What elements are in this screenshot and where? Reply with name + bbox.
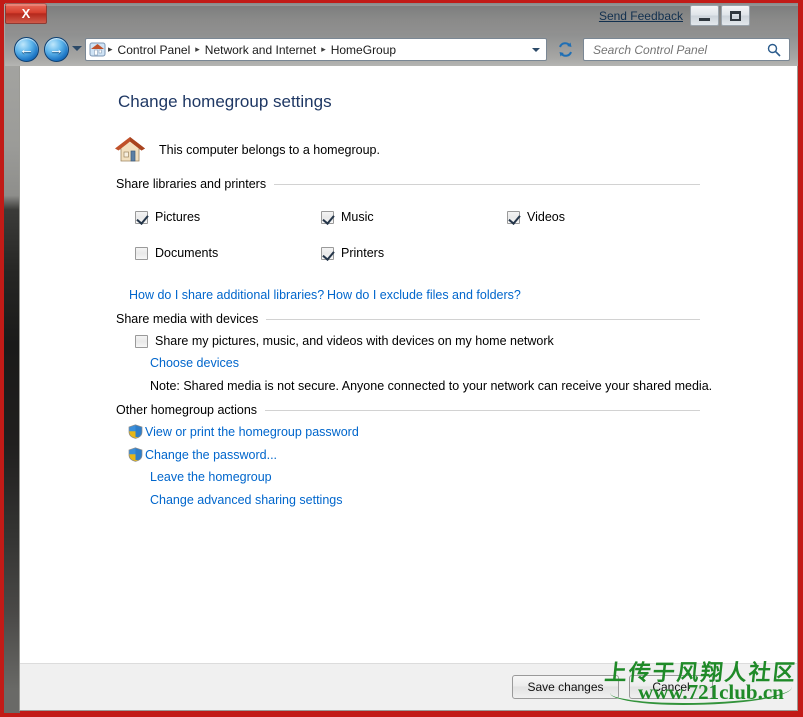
checkbox-videos[interactable]: [507, 210, 520, 224]
checkbox-row-documents[interactable]: Documents: [135, 246, 218, 260]
share-media-header: Share media with devices: [116, 312, 700, 326]
checkbox-printers[interactable]: [321, 246, 334, 260]
link-leave-the-homegroup[interactable]: Leave the homegroup: [150, 470, 272, 484]
checkbox-label-music: Music: [341, 210, 374, 224]
link-share-additional-libraries[interactable]: How do I share additional libraries?: [129, 288, 324, 302]
page-content: Change homegroup settings This computer …: [19, 66, 798, 711]
page-title: Change homegroup settings: [118, 92, 332, 111]
close-button[interactable]: X: [5, 3, 47, 24]
checkbox-music[interactable]: [321, 210, 334, 224]
link-exclude-files-and-folders[interactable]: How do I exclude files and folders?: [327, 288, 521, 302]
house-icon: [113, 134, 147, 166]
link-choose-devices[interactable]: Choose devices: [150, 356, 239, 370]
uac-shield-icon: [128, 424, 143, 439]
checkbox-label-videos: Videos: [527, 210, 565, 224]
window-title-bar: Send Feedback X: [5, 3, 798, 33]
search-icon[interactable]: [767, 43, 781, 57]
control-panel-home-icon: [89, 41, 106, 58]
address-bar-container: ← → ▸ Control Panel ▸ Network and Intern…: [5, 33, 798, 66]
refresh-icon: [558, 42, 572, 57]
checkbox-row-printers[interactable]: Printers: [321, 246, 384, 260]
search-box[interactable]: [583, 38, 790, 61]
refresh-button[interactable]: [553, 38, 577, 61]
control-panel-window: Send Feedback X ← → ▸ Control Panel ▸ Ne…: [5, 3, 798, 711]
save-changes-label: Save changes: [527, 680, 604, 694]
share-media-note: Note: Shared media is not secure. Anyone…: [150, 379, 713, 393]
share-libraries-header-label: Share libraries and printers: [116, 177, 267, 191]
address-dropdown-chevron-icon[interactable]: [532, 48, 540, 52]
maximize-icon: [730, 10, 741, 21]
share-media-rule: [266, 318, 700, 320]
link-label-change-the-password: Change the password...: [145, 447, 278, 462]
search-input[interactable]: [591, 41, 756, 58]
save-changes-button[interactable]: Save changes: [512, 675, 619, 699]
minimize-icon: [699, 17, 710, 21]
checkbox-documents[interactable]: [135, 246, 148, 260]
link-change-the-password[interactable]: Change the password...: [128, 447, 277, 462]
checkbox-row-videos[interactable]: Videos: [507, 210, 565, 224]
other-actions-header-label: Other homegroup actions: [116, 403, 258, 417]
desktop-background: Send Feedback X ← → ▸ Control Panel ▸ Ne…: [0, 0, 803, 717]
checkbox-share-media[interactable]: [135, 334, 148, 348]
cancel-label: Cancel: [652, 680, 690, 694]
breadcrumb-separator-0: ▸: [108, 44, 113, 54]
breadcrumb-separator-2: ▸: [321, 44, 326, 54]
link-view-or-print-password[interactable]: View or print the homegroup password: [128, 424, 359, 439]
cancel-button[interactable]: Cancel: [629, 675, 713, 699]
checkbox-row-pictures[interactable]: Pictures: [135, 210, 200, 224]
uac-shield-icon: [128, 447, 143, 462]
titlebar-gloss: [5, 3, 798, 6]
checkbox-label-pictures: Pictures: [155, 210, 201, 224]
homegroup-status-text: This computer belongs to a homegroup.: [159, 143, 380, 157]
link-label-view-or-print-password: View or print the homegroup password: [145, 424, 359, 439]
recent-pages-chevron-icon[interactable]: [72, 46, 82, 51]
other-actions-header: Other homegroup actions: [116, 403, 700, 417]
minimize-button[interactable]: [690, 5, 719, 26]
breadcrumb-control-panel[interactable]: Control Panel: [115, 43, 194, 57]
other-actions-rule: [265, 409, 700, 411]
checkbox-row-share-media[interactable]: Share my pictures, music, and videos wit…: [135, 334, 554, 348]
back-arrow-icon: ←: [19, 41, 34, 58]
dialog-footer: Save changes Cancel: [20, 663, 797, 710]
checkbox-label-share-media: Share my pictures, music, and videos wit…: [155, 334, 554, 348]
forward-arrow-icon: →: [49, 41, 64, 58]
breadcrumb-address-bar[interactable]: ▸ Control Panel ▸ Network and Internet ▸…: [85, 38, 547, 61]
share-media-header-label: Share media with devices: [116, 312, 259, 326]
back-button[interactable]: ←: [14, 37, 39, 62]
homegroup-status: This computer belongs to a homegroup.: [113, 134, 380, 166]
breadcrumb-network-and-internet[interactable]: Network and Internet: [202, 43, 319, 57]
share-libraries-rule: [274, 183, 700, 185]
breadcrumb-separator-1: ▸: [195, 44, 200, 54]
checkbox-label-printers: Printers: [341, 246, 385, 260]
forward-button[interactable]: →: [44, 37, 69, 62]
checkbox-row-music[interactable]: Music: [321, 210, 374, 224]
share-libraries-header: Share libraries and printers: [116, 177, 700, 191]
breadcrumb-homegroup[interactable]: HomeGroup: [328, 43, 399, 57]
maximize-button[interactable]: [721, 5, 750, 26]
checkbox-label-documents: Documents: [155, 246, 219, 260]
send-feedback-link[interactable]: Send Feedback: [599, 9, 683, 23]
link-change-advanced-sharing-settings[interactable]: Change advanced sharing settings: [150, 493, 343, 507]
checkbox-pictures[interactable]: [135, 210, 148, 224]
close-icon: X: [21, 6, 31, 21]
